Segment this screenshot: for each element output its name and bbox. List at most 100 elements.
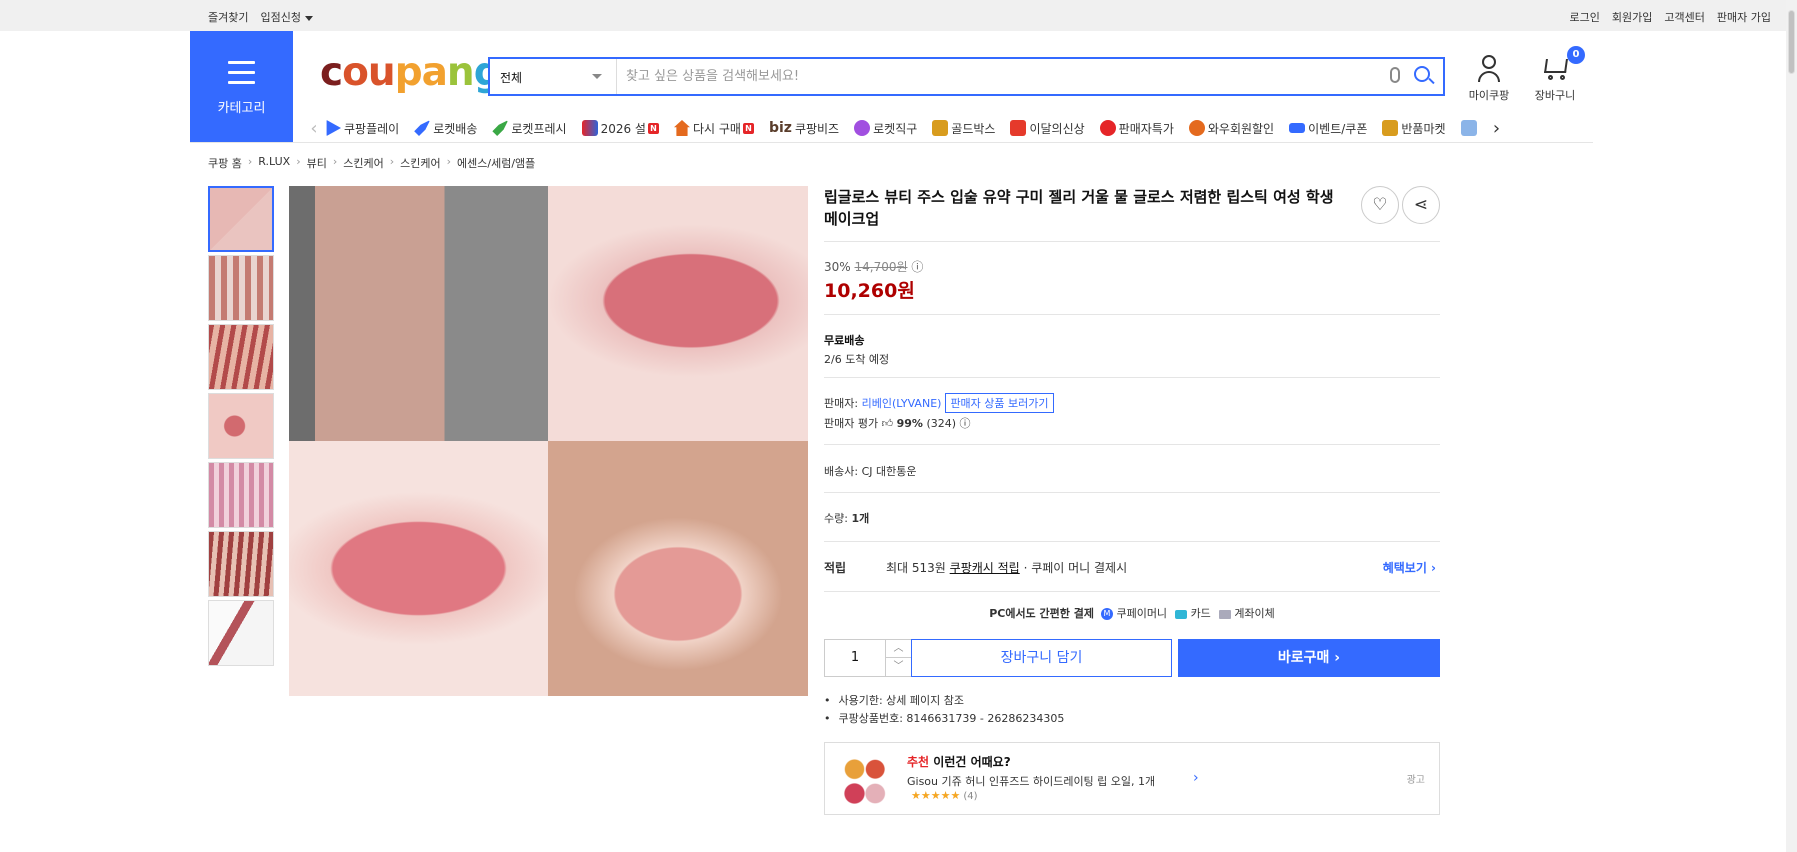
search-category-select[interactable]: 전체	[490, 59, 617, 94]
new-badge: N	[647, 122, 659, 134]
easy-pay-row: PC에서도 간편한 결제 M 쿠페이머니 카드 계좌이체	[824, 605, 1440, 621]
scrollbar[interactable]	[1786, 0, 1797, 852]
nav-next-icon[interactable]: ›	[1486, 118, 1508, 139]
search-bar: 전체	[488, 57, 1445, 96]
thumbnail-3[interactable]	[208, 324, 274, 390]
my-coupang-label: 마이쿠팡	[1468, 89, 1510, 102]
seller-apply-link[interactable]: 입점신청	[260, 9, 313, 25]
top-utility-bar: 즐겨찾기 입점신청 로그인 회원가입 고객센터 판매자 가입	[0, 0, 1786, 31]
seller-name-link[interactable]: 리베인(LYVANE)	[862, 397, 942, 410]
breadcrumb-rlux[interactable]: R.LUX	[258, 155, 290, 171]
quantity-value: 1개	[851, 512, 870, 525]
free-shipping-label: 무료배송	[824, 334, 865, 347]
decrement-icon[interactable]: ﹀	[885, 658, 911, 676]
divider	[824, 314, 1440, 315]
chevron-right-icon[interactable]: ›	[1193, 770, 1199, 786]
microphone-icon[interactable]	[1390, 67, 1400, 83]
quantity-input[interactable]: 1	[825, 640, 885, 676]
thumbnail-1[interactable]	[208, 186, 274, 252]
category-label: 카테고리	[217, 101, 266, 116]
pay-title: PC에서도 간편한 결제	[989, 607, 1094, 620]
nav-item-events-coupons[interactable]: 이벤트/쿠폰	[1289, 120, 1367, 137]
breadcrumb-home[interactable]: 쿠팡 홈	[208, 155, 242, 171]
wishlist-heart-icon[interactable]: ♡	[1361, 186, 1399, 224]
recommendation-card[interactable]: 추천 이런건 어때요? Gisou 기쥬 허니 인퓨즈드 하이드레이팅 립 오일…	[824, 742, 1440, 815]
new-badge: N	[742, 122, 754, 134]
courier-row: 배송사: CJ 대한통운	[824, 463, 916, 479]
thumbnail-5[interactable]	[208, 462, 274, 528]
rocket-fresh-icon	[492, 120, 509, 136]
courier-name: CJ 대한통운	[861, 465, 917, 478]
nav-item-rocket-delivery[interactable]: 로켓배송	[414, 120, 477, 137]
sale-price: 10,260원	[824, 280, 915, 302]
caret-down-icon	[304, 15, 313, 21]
market-icon	[1382, 120, 1399, 136]
login-link[interactable]: 로그인	[1570, 9, 1600, 25]
house-icon	[673, 120, 690, 136]
coupang-cash-link[interactable]: 쿠팡캐시 적립	[950, 561, 1020, 575]
quantity-row: 수량: 1개	[824, 510, 869, 526]
image-panel-lips-2	[289, 441, 548, 696]
thumbnail-list	[208, 186, 274, 669]
delivery-eta: 2/6 도착 예정	[824, 353, 890, 366]
search-icon[interactable]	[1414, 66, 1430, 82]
thumbnail-4[interactable]	[208, 393, 274, 459]
buy-now-button[interactable]: 바로구매 ›	[1178, 639, 1440, 677]
bookmark-link[interactable]: 즐겨찾기	[208, 9, 248, 25]
nav-item-coupang-play[interactable]: 쿠팡플레이	[325, 120, 399, 137]
signup-link[interactable]: 회원가입	[1612, 9, 1652, 25]
rating-value: 99%	[896, 417, 923, 430]
nav-item-partial[interactable]	[1460, 120, 1480, 136]
customer-center-link[interactable]: 고객센터	[1664, 9, 1704, 25]
info-icon[interactable]: ⓘ	[911, 260, 923, 274]
seller-signup-link[interactable]: 판매자 가입	[1717, 9, 1771, 25]
image-panel-tubes	[289, 186, 548, 441]
divider	[824, 241, 1440, 242]
nav-prev-icon[interactable]: ‹	[303, 118, 325, 139]
add-to-cart-button[interactable]: 장바구니 담기	[911, 639, 1172, 677]
nav-item-rocket-global[interactable]: 로켓직구	[854, 120, 917, 137]
pay-money-label: 쿠페이머니	[1116, 607, 1168, 620]
benefit-more-link[interactable]: 혜택보기 ›	[1383, 559, 1436, 576]
chevron-down-icon	[592, 74, 602, 79]
thumbnail-6[interactable]	[208, 531, 274, 597]
my-coupang-button[interactable]: 마이쿠팡	[1466, 55, 1512, 103]
nav-item-seollal[interactable]: 2026 설N	[581, 120, 659, 137]
seller-label: 판매자:	[824, 397, 859, 410]
coupang-logo[interactable]: coupang	[320, 50, 502, 95]
cart-count-badge: 0	[1567, 46, 1585, 64]
partial-icon	[1460, 120, 1477, 136]
breadcrumb-skincare[interactable]: 스킨케어	[343, 155, 383, 171]
share-icon[interactable]: ⋖	[1402, 186, 1440, 224]
search-input[interactable]	[626, 65, 1326, 87]
nav-item-rocket-fresh[interactable]: 로켓프레시	[492, 120, 567, 137]
category-button[interactable]: 카테고리	[190, 31, 293, 143]
info-icon[interactable]: ⓘ	[960, 417, 971, 430]
breadcrumb-essence[interactable]: 에센스/세럼/앰플	[457, 155, 535, 171]
note-product-number: 쿠팡상품번호: 8146631739 - 26286234305	[824, 710, 1065, 728]
thumbnail-7[interactable]	[208, 600, 274, 666]
nav-item-new-arrivals[interactable]: 이달의신상	[1010, 120, 1085, 137]
increment-icon[interactable]: ︿	[885, 640, 911, 658]
reward-label: 적립	[824, 561, 847, 575]
seller-row: 판매자: 리베인(LYVANE) 판매자 상품 보러가기	[824, 393, 1054, 413]
nav-item-wow-discount[interactable]: 와우회원할인	[1188, 120, 1274, 137]
thumbnail-2[interactable]	[208, 255, 274, 321]
goldbox-icon	[932, 120, 949, 136]
scrollbar-thumb[interactable]	[1788, 10, 1795, 74]
header-divider	[190, 142, 1593, 143]
main-product-image[interactable]	[289, 186, 808, 696]
breadcrumb-beauty[interactable]: 뷰티	[307, 155, 327, 171]
pay-bank-label: 계좌이체	[1234, 607, 1275, 620]
nav-item-seller-deals[interactable]: 판매자특가	[1099, 120, 1174, 137]
nav-item-coupang-biz[interactable]: biz 쿠팡비즈	[769, 120, 839, 137]
top-right-links: 로그인 회원가입 고객센터 판매자 가입	[1570, 9, 1771, 25]
seller-products-button[interactable]: 판매자 상품 보러가기	[945, 393, 1054, 413]
discount-rate: 30%	[824, 260, 851, 274]
breadcrumb-skincare-sub[interactable]: 스킨케어	[400, 155, 440, 171]
image-panel-swatch	[548, 441, 808, 696]
nav-item-goldbox[interactable]: 골드박스	[932, 120, 995, 137]
recommendation-image	[843, 753, 889, 807]
nav-item-rebuy[interactable]: 다시 구매 N	[673, 120, 754, 137]
nav-item-return-market[interactable]: 반품마켓	[1382, 120, 1446, 137]
